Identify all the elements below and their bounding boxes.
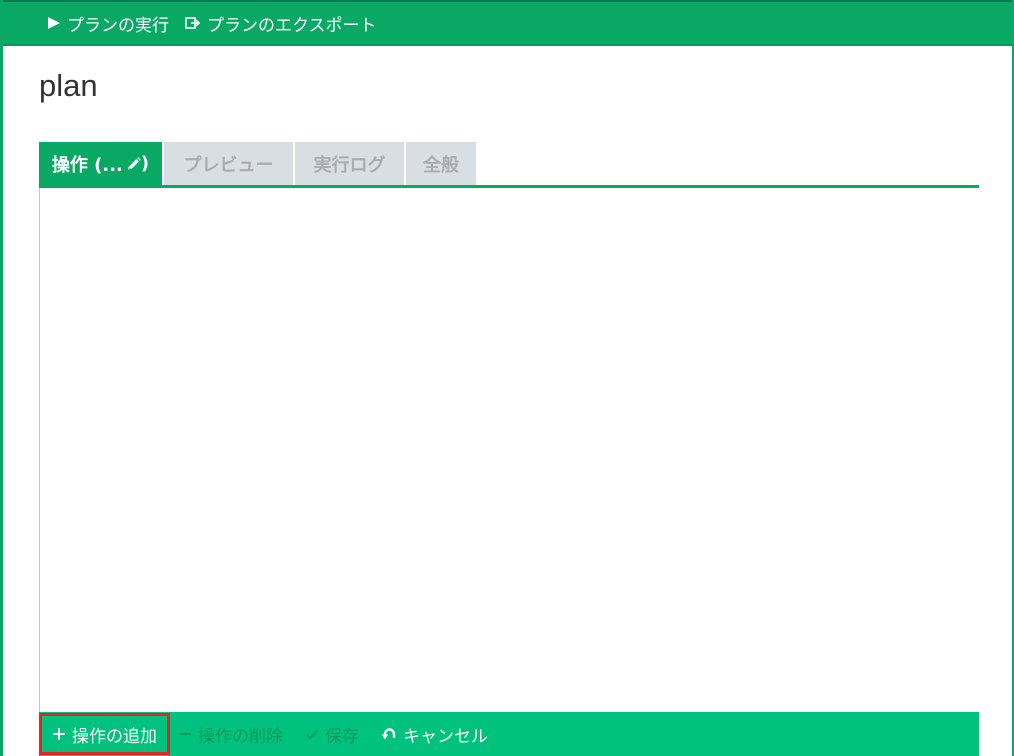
delete-operation-label: 操作の削除 — [198, 726, 283, 747]
add-operation-label: 操作の追加 — [72, 726, 157, 747]
top-toolbar: プランの実行 プランのエクスポート — [3, 2, 1012, 46]
tab-preview[interactable]: プレビュー — [164, 142, 293, 185]
delete-operation-button[interactable]: 操作の削除 — [178, 712, 283, 756]
cancel-label: キャンセル — [403, 726, 488, 747]
save-label: 保存 — [325, 726, 359, 747]
tab-general-label: 全般 — [423, 154, 459, 176]
export-plan-button[interactable]: プランのエクスポート — [185, 2, 377, 44]
save-button[interactable]: 保存 — [305, 712, 359, 756]
plus-icon — [52, 727, 66, 741]
cancel-button[interactable]: キャンセル — [381, 712, 488, 756]
action-toolbar: 操作の追加 操作の削除 保存 キャンセル — [39, 712, 979, 756]
tab-bar: 操作 (... ) プレビュー 実行ログ 全般 — [39, 142, 476, 185]
undo-icon — [381, 726, 397, 742]
tab-general[interactable]: 全般 — [406, 142, 476, 185]
tab-operations-label: 操作 (... — [51, 154, 123, 176]
tab-operations-paren: ) — [140, 153, 150, 174]
export-icon — [185, 16, 201, 30]
operations-list-panel — [39, 188, 979, 712]
export-plan-label: プランのエクスポート — [207, 15, 377, 36]
play-icon — [47, 16, 61, 30]
run-plan-label: プランの実行 — [67, 15, 169, 36]
tab-execution-log-label: 実行ログ — [313, 154, 386, 176]
tab-preview-label: プレビュー — [183, 154, 274, 176]
tab-operations[interactable]: 操作 (... ) — [39, 142, 162, 185]
page-title: plan — [39, 68, 98, 103]
add-operation-button[interactable]: 操作の追加 — [39, 713, 170, 755]
minus-icon — [178, 727, 192, 741]
window-left-border — [0, 0, 3, 756]
check-icon — [305, 727, 319, 741]
tab-execution-log[interactable]: 実行ログ — [295, 142, 404, 185]
run-plan-button[interactable]: プランの実行 — [47, 2, 169, 44]
pencil-icon[interactable] — [127, 156, 141, 171]
